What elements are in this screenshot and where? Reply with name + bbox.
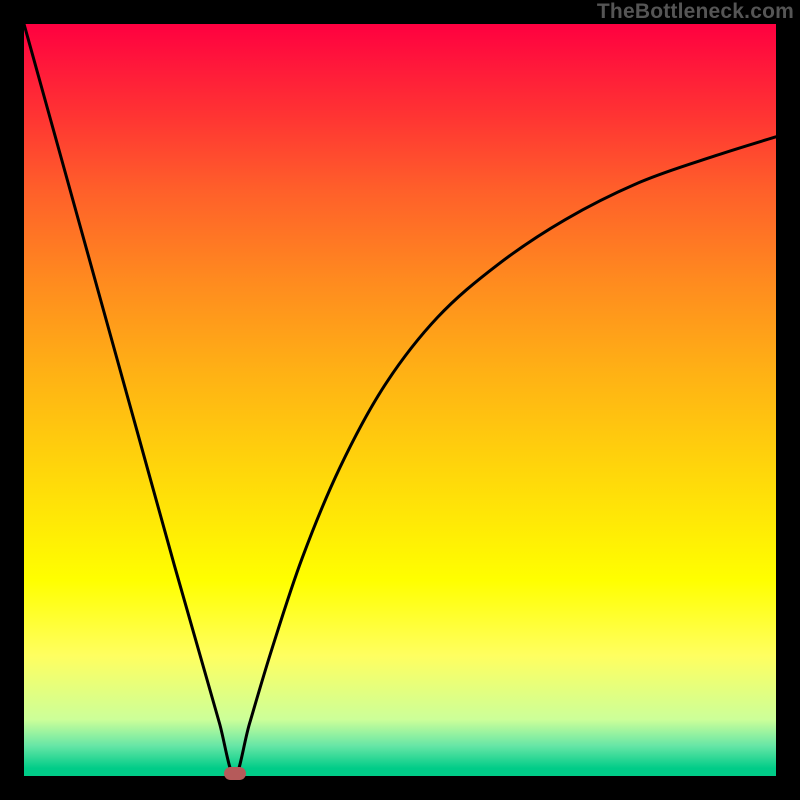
chart-outer-frame: TheBottleneck.com [0,0,800,800]
minimum-marker [224,767,246,780]
watermark-text: TheBottleneck.com [597,0,794,24]
chart-plot-area [24,24,776,776]
bottleneck-curve [24,24,776,776]
